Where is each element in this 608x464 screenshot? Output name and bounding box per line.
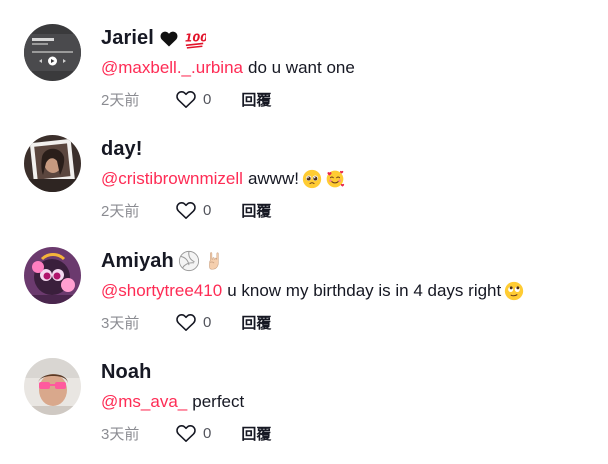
heart-outline-icon [176, 91, 196, 108]
like-count: 0 [203, 201, 212, 219]
mention-link[interactable]: @cristibrownmizell [101, 169, 243, 189]
username-row: Jariel 100 [101, 24, 206, 52]
like-count: 0 [203, 313, 212, 331]
rolling-eyes-face-icon [504, 281, 524, 301]
comment-body: perfect [192, 392, 245, 411]
comment-text: @ms_ava_ perfect [101, 390, 244, 414]
like-count: 0 [203, 424, 212, 442]
like-button[interactable]: 0 [175, 423, 211, 443]
black-heart-icon [158, 27, 180, 49]
mention-link[interactable]: @ms_ava_ [101, 392, 187, 412]
reply-button[interactable]: 回覆 [241, 89, 271, 110]
username-row: day! [101, 135, 143, 163]
smiling-face-with-hearts-icon [325, 169, 345, 189]
reply-button[interactable]: 回覆 [241, 312, 271, 333]
comment-body: do u want one [248, 58, 355, 77]
comment-item: day! @cristibrownmizell awww! 2天前 0 回覆 [0, 135, 608, 235]
comment-text: @shortytree410 u know my birthday is in … [101, 279, 524, 303]
comment-meta: 3天前 0 回覆 [101, 422, 271, 444]
timestamp: 2天前 [101, 91, 140, 109]
comment-meta: 2天前 0 回覆 [101, 199, 271, 221]
timestamp: 3天前 [101, 425, 140, 443]
avatar[interactable] [24, 358, 81, 415]
avatar[interactable] [24, 24, 81, 81]
username[interactable]: day! [101, 138, 143, 161]
mention-link[interactable]: @shortytree410 [101, 281, 222, 301]
timestamp: 3天前 [101, 314, 140, 332]
mention-link[interactable]: @maxbell._.urbina [101, 58, 243, 78]
comment-item: Amiyah @shortytree410 u know my birthday… [0, 247, 608, 347]
comment-item: Noah @ms_ava_ perfect 3天前 0 回覆 [0, 358, 608, 458]
timestamp: 2天前 [101, 202, 140, 220]
username-row: Amiyah [101, 247, 226, 275]
like-button[interactable]: 0 [175, 312, 211, 332]
heart-outline-icon [176, 314, 196, 331]
reply-button[interactable]: 回覆 [241, 200, 271, 221]
username[interactable]: Jariel [101, 27, 154, 50]
comment-body: awww! [247, 169, 299, 188]
comment-item: Jariel 100 @maxbell._.urbina do u want o… [0, 24, 608, 124]
heart-outline-icon [176, 425, 196, 442]
pleading-face-icon [302, 169, 322, 189]
hundred-points-icon: 100 [184, 27, 206, 49]
sign-of-horns-icon [204, 250, 226, 272]
volleyball-icon [178, 250, 200, 272]
avatar[interactable] [24, 247, 81, 304]
like-button[interactable]: 0 [175, 200, 211, 220]
like-button[interactable]: 0 [175, 89, 211, 109]
username-row: Noah [101, 358, 151, 386]
username[interactable]: Noah [101, 361, 151, 384]
like-count: 0 [203, 90, 212, 108]
comment-meta: 2天前 0 回覆 [101, 88, 271, 110]
heart-outline-icon [176, 202, 196, 219]
comment-meta: 3天前 0 回覆 [101, 311, 271, 333]
comment-text: @maxbell._.urbina do u want one [101, 56, 355, 80]
avatar[interactable] [24, 135, 81, 192]
comment-text: @cristibrownmizell awww! [101, 167, 345, 191]
comment-body: u know my birthday is in 4 days right [227, 281, 502, 300]
username[interactable]: Amiyah [101, 250, 174, 273]
reply-button[interactable]: 回覆 [241, 423, 271, 444]
